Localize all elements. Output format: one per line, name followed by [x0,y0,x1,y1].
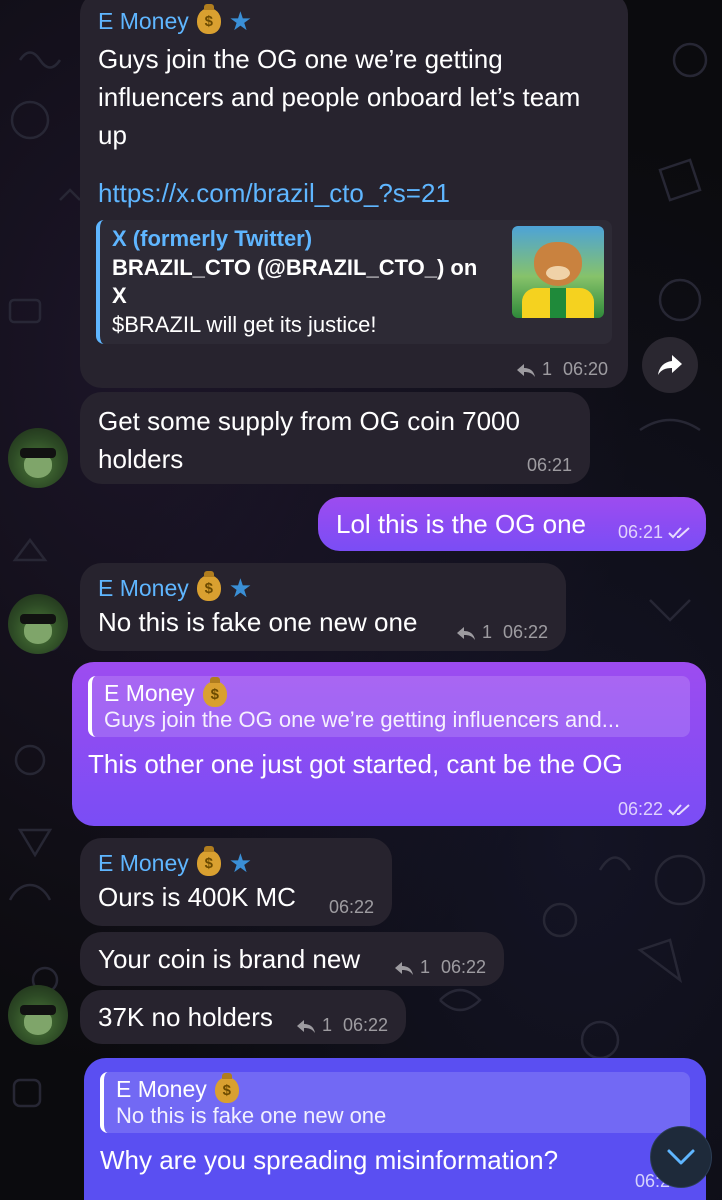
message-time: 06:22 [617,799,663,819]
message-meta: 1 06:20 [515,359,608,380]
quoted-sender: E Money [116,1076,207,1102]
sender-name[interactable]: E Money $ ★ [98,571,548,603]
money-bag-icon: $ [202,676,227,707]
money-bag-icon: $ [196,4,221,34]
message-meta: 06:22 [329,897,374,918]
quoted-text: Guys join the OG one we’re getting influ… [104,707,621,732]
double-check-icon [668,526,690,538]
message-bubble-outgoing-reply[interactable]: E Money $ No this is fake one new one Wh… [84,1058,706,1200]
message-bubble-link[interactable]: E Money $ ★ Guys join the OG one we’re g… [80,0,628,388]
money-bag-icon: $ [214,1072,239,1103]
star-icon: ★ [228,848,253,878]
reply-icon [456,626,475,640]
message-bubble-outgoing[interactable]: Lol this is the OG one 06:21 [318,497,706,551]
reply-icon [296,1019,315,1033]
reply-count[interactable]: 1 [420,957,430,978]
sender-name-text[interactable]: E Money [98,8,189,35]
message-meta: 06:22 [618,799,692,820]
forward-icon [658,355,682,375]
message-time: 06:21 [617,522,663,542]
quoted-text: No this is fake one new one [116,1103,387,1128]
quoted-sender: E Money [104,680,195,706]
money-bag-icon: $ [196,571,221,601]
quoted-message[interactable]: E Money $ No this is fake one new one [100,1072,690,1133]
message-bubble[interactable]: 37K no holders 1 06:22 [80,990,406,1044]
message-meta: 1 06:22 [455,622,548,643]
reply-count[interactable]: 1 [322,1015,332,1036]
message-meta: 1 06:22 [393,957,486,978]
message-text: Guys join the OG one we’re getting influ… [98,44,581,150]
message-bubble[interactable]: E Money $ ★ Ours is 400K MC 06:22 [80,838,392,926]
quoted-message[interactable]: E Money $ Guys join the OG one we’re get… [88,676,690,737]
sender-name[interactable]: E Money $ ★ [98,4,610,36]
sender-name[interactable]: E Money $ ★ [98,846,374,878]
preview-title: BRAZIL_CTO (@BRAZIL_CTO_) on X [112,255,478,308]
double-check-icon [668,803,690,815]
star-icon: ★ [228,6,253,36]
message-text: Get some supply from OG coin 7000 holder… [98,406,520,474]
message-meta: 06:21 [527,455,572,476]
avatar[interactable] [8,594,68,654]
message-meta: 1 06:22 [295,1015,388,1036]
preview-thumbnail[interactable] [512,226,604,318]
reply-count[interactable]: 1 [542,359,552,380]
star-icon: ★ [228,573,253,603]
message-link[interactable]: https://x.com/brazil_cto_?s=21 [98,178,450,209]
avatar[interactable] [8,985,68,1045]
sender-name-text[interactable]: E Money [98,850,189,877]
reply-icon [394,961,413,975]
message-time: 06:22 [342,1015,388,1035]
reply-count[interactable]: 1 [482,622,492,643]
message-time: 06:22 [502,622,548,642]
message-text: Why are you spreading misinformation? [100,1145,559,1175]
forward-button[interactable] [642,337,698,393]
message-meta: 06:21 [618,522,692,543]
chevron-down-icon [667,1149,695,1165]
scroll-to-bottom-button[interactable] [650,1126,712,1188]
link-preview-card[interactable]: X (formerly Twitter) BRAZIL_CTO (@BRAZIL… [96,220,612,344]
money-bag-icon: $ [196,846,221,876]
message-bubble-outgoing-reply[interactable]: E Money $ Guys join the OG one we’re get… [72,662,706,826]
sender-name-text[interactable]: E Money [98,575,189,602]
message-time: 06:22 [440,957,486,977]
message-text: This other one just got started, cant be… [88,749,623,779]
message-bubble[interactable]: Your coin is brand new 1 06:22 [80,932,504,986]
message-time: 06:22 [328,897,374,917]
message-bubble[interactable]: Get some supply from OG coin 7000 holder… [80,392,590,484]
reply-icon [516,363,535,377]
avatar[interactable] [8,428,68,488]
message-bubble[interactable]: E Money $ ★ No this is fake one new one … [80,563,566,651]
message-time: 06:20 [562,359,608,379]
message-time: 06:21 [526,455,572,475]
